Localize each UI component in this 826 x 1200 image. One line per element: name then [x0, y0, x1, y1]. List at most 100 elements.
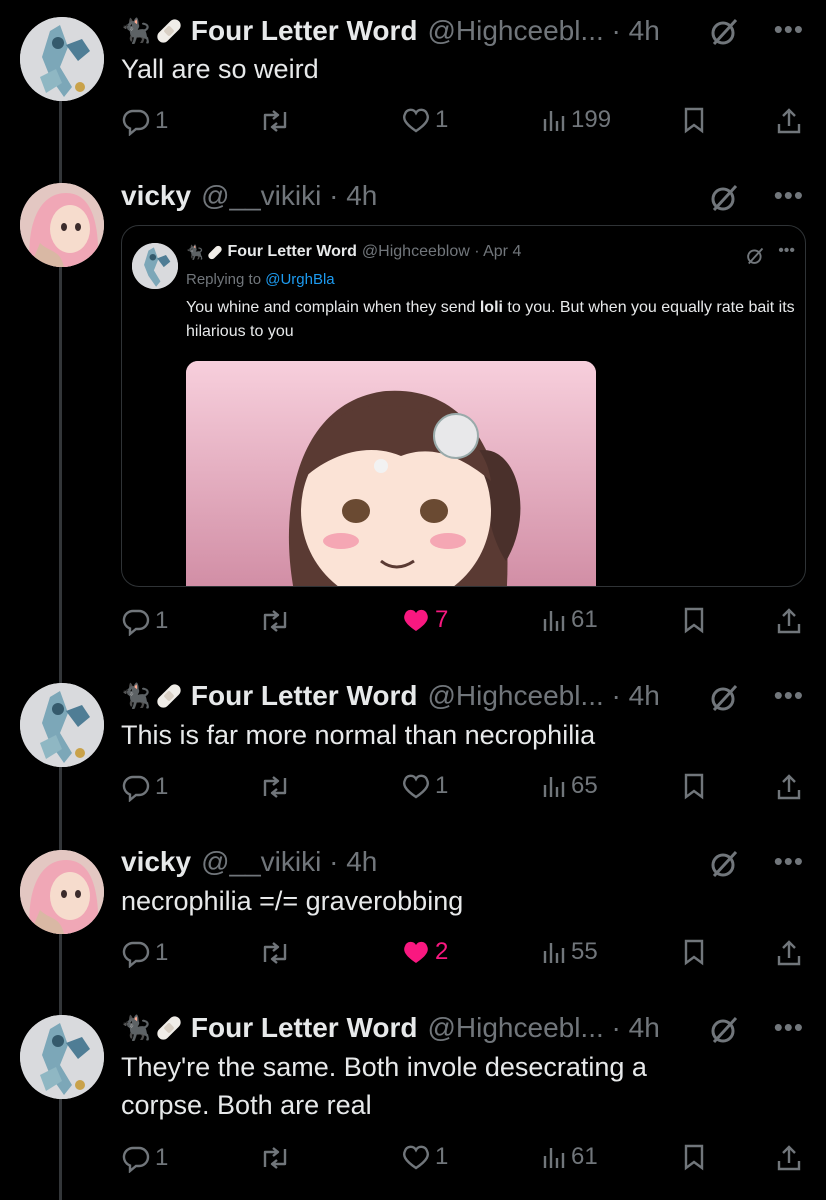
- reply-count: 1: [155, 1144, 169, 1171]
- views-button[interactable]: 55: [541, 938, 598, 966]
- bookmark-button[interactable]: [681, 1143, 707, 1171]
- handle[interactable]: @Highceebl... · 4h: [427, 680, 659, 712]
- like-button[interactable]: 7: [401, 606, 448, 634]
- bookmark-button[interactable]: [681, 606, 707, 634]
- retweet-button[interactable]: [259, 606, 291, 636]
- tweet-header: vicky @__vikiki · 4h: [121, 178, 377, 214]
- handle[interactable]: @Highceebl... · 4h: [427, 15, 659, 47]
- display-name[interactable]: Four Letter Word: [191, 15, 418, 47]
- display-name[interactable]: vicky: [121, 846, 191, 878]
- like-count: 1: [435, 106, 449, 133]
- retweet-icon: [263, 110, 287, 132]
- bookmark-icon: [684, 107, 704, 134]
- tweet-actions: 1 1 199: [121, 106, 809, 140]
- quoted-image[interactable]: [186, 361, 596, 586]
- share-icon: [777, 774, 801, 800]
- view-count: 65: [571, 772, 598, 799]
- reply-icon: [122, 1146, 150, 1173]
- like-button[interactable]: 2: [401, 938, 448, 966]
- like-count: 2: [435, 938, 449, 965]
- views-button[interactable]: 199: [541, 106, 611, 134]
- reply-button[interactable]: 1: [121, 606, 168, 636]
- more-icon[interactable]: •••: [774, 1012, 804, 1043]
- view-count: 55: [571, 938, 598, 965]
- retweet-icon: [263, 610, 287, 632]
- reply-icon: [122, 109, 150, 136]
- retweet-button[interactable]: [259, 106, 291, 136]
- display-name[interactable]: Four Letter Word: [191, 680, 418, 712]
- avatar[interactable]: [20, 683, 104, 767]
- like-button[interactable]: 1: [401, 772, 448, 800]
- views-button[interactable]: 61: [541, 606, 598, 634]
- avatar[interactable]: [20, 850, 104, 934]
- view-count: 61: [571, 606, 598, 633]
- handle[interactable]: @Highceebl... · 4h: [427, 1012, 659, 1044]
- quoted-tweet[interactable]: 🐈‍⬛ Four Letter Word @Highceeblow · Apr …: [121, 225, 806, 587]
- views-button[interactable]: 61: [541, 1143, 598, 1171]
- retweet-button[interactable]: [259, 938, 291, 968]
- tweet-header: 🐈‍⬛ Four Letter Word @Highceebl... · 4h: [121, 1010, 660, 1046]
- bandage-emoji-icon: [207, 243, 224, 261]
- reply-icon: [122, 775, 150, 802]
- share-button[interactable]: [775, 772, 803, 802]
- views-button[interactable]: 65: [541, 772, 598, 800]
- retweet-button[interactable]: [259, 772, 291, 802]
- bookmark-button[interactable]: [681, 938, 707, 966]
- bookmark-icon: [684, 939, 704, 966]
- views-icon: [543, 1148, 565, 1168]
- tweet-text: Yall are so weird: [121, 54, 319, 84]
- like-button[interactable]: 1: [401, 106, 448, 134]
- bookmark-icon: [684, 607, 704, 634]
- retweet-icon: [263, 942, 287, 964]
- bookmark-button[interactable]: [681, 106, 707, 134]
- more-icon[interactable]: •••: [774, 14, 804, 45]
- like-icon: [404, 609, 428, 631]
- bookmark-button[interactable]: [681, 772, 707, 800]
- retweet-button[interactable]: [259, 1143, 291, 1173]
- grok-icon[interactable]: [708, 1014, 740, 1046]
- avatar[interactable]: [20, 1015, 104, 1099]
- reply-button[interactable]: 1: [121, 938, 168, 968]
- view-count: 199: [571, 106, 612, 133]
- reply-icon: [122, 609, 150, 636]
- tweet-actions: 1 1 65: [121, 772, 809, 806]
- tweet-header: 🐈‍⬛ Four Letter Word @Highceebl... · 4h: [121, 13, 660, 49]
- reply-button[interactable]: 1: [121, 772, 168, 802]
- avatar[interactable]: [20, 183, 104, 267]
- grok-icon[interactable]: [708, 182, 740, 214]
- share-icon: [777, 608, 801, 634]
- more-icon: •••: [778, 242, 795, 259]
- more-icon[interactable]: •••: [774, 180, 804, 211]
- share-icon: [777, 1145, 801, 1171]
- quoted-display-name: Four Letter Word: [227, 243, 357, 260]
- share-button[interactable]: [775, 938, 803, 968]
- share-icon: [777, 940, 801, 966]
- reply-count: 1: [155, 107, 169, 134]
- display-name[interactable]: vicky: [121, 180, 191, 212]
- bandage-emoji-icon: [154, 681, 184, 711]
- tweet-actions: 1 2 55: [121, 938, 809, 972]
- grok-icon[interactable]: [708, 682, 740, 714]
- share-button[interactable]: [775, 1143, 803, 1173]
- handle[interactable]: @__vikiki · 4h: [201, 180, 377, 212]
- grok-icon: [747, 247, 764, 265]
- share-button[interactable]: [775, 606, 803, 636]
- tweet-actions: 1 7 61: [121, 606, 809, 640]
- handle[interactable]: @__vikiki · 4h: [201, 846, 377, 878]
- more-icon[interactable]: •••: [774, 680, 804, 711]
- grok-icon[interactable]: [708, 16, 740, 48]
- like-button[interactable]: 1: [401, 1143, 448, 1171]
- more-icon[interactable]: •••: [774, 846, 804, 877]
- views-icon: [543, 111, 565, 131]
- like-count: 7: [435, 606, 449, 633]
- retweet-icon: [263, 1147, 287, 1169]
- grok-icon[interactable]: [708, 848, 740, 880]
- mention-link[interactable]: @UrghBla: [265, 271, 334, 288]
- like-count: 1: [435, 772, 449, 799]
- share-button[interactable]: [775, 106, 803, 136]
- reply-button[interactable]: 1: [121, 106, 168, 136]
- tweet-header: vicky @__vikiki · 4h: [121, 844, 377, 880]
- avatar[interactable]: [20, 17, 104, 101]
- display-name[interactable]: Four Letter Word: [191, 1012, 418, 1044]
- reply-button[interactable]: 1: [121, 1143, 168, 1173]
